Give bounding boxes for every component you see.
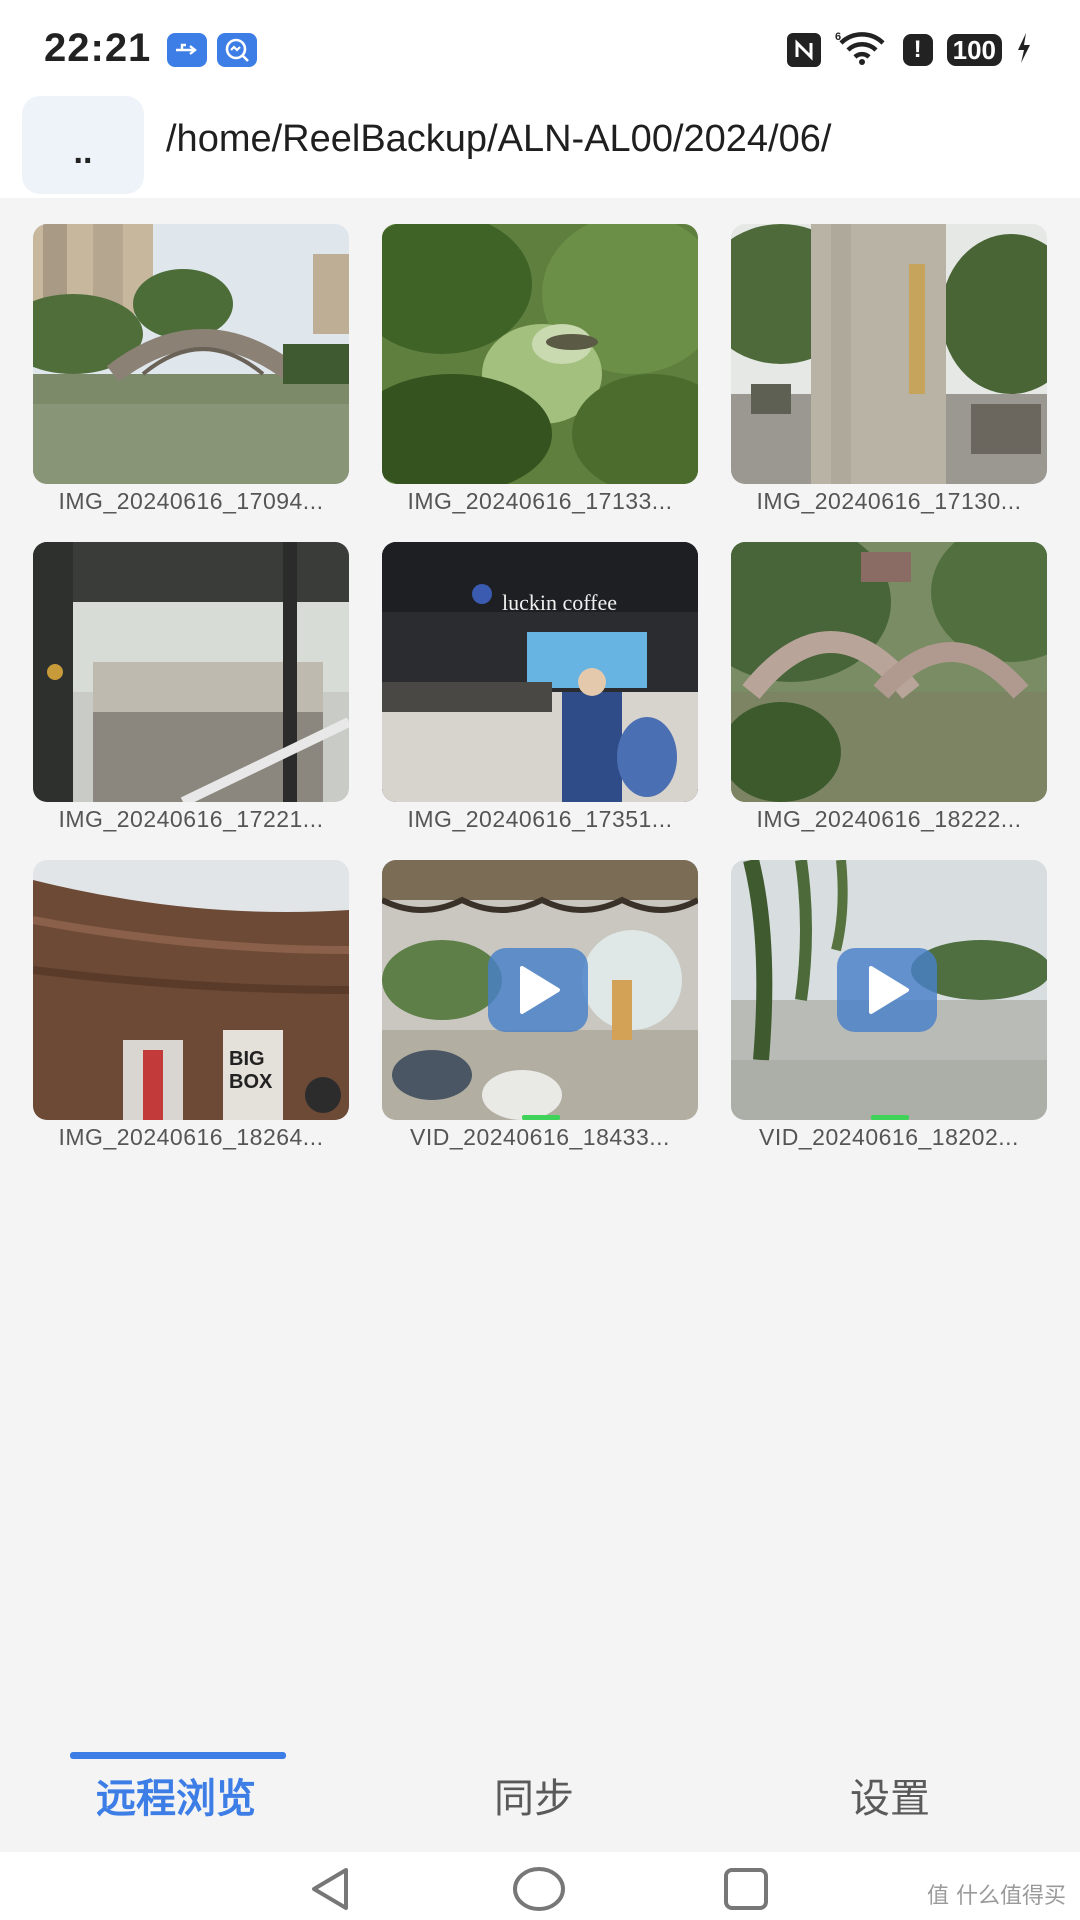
- file-name: IMG_20240616_17221...: [58, 806, 324, 832]
- file-name: IMG_20240616_18264...: [58, 1124, 324, 1150]
- image-thumbnail: luckin coffee: [382, 542, 698, 802]
- usb-icon: [167, 33, 207, 67]
- video-thumbnail: [731, 860, 1047, 1120]
- svg-text:BOX: BOX: [229, 1071, 273, 1093]
- svg-text:6: 6: [835, 31, 841, 43]
- tab-settings[interactable]: 设置: [780, 1766, 1000, 1824]
- file-item[interactable]: IMG_20240616_18222...: [731, 542, 1047, 860]
- recents-icon[interactable]: [722, 1866, 770, 1916]
- tab-sync[interactable]: 同步: [424, 1766, 644, 1824]
- image-thumbnail: [382, 224, 698, 484]
- file-name: IMG_20240616_17133...: [407, 488, 673, 514]
- svg-text:luckin coffee: luckin coffee: [502, 590, 617, 615]
- watermark: 值 什么值得买: [927, 1884, 1066, 1909]
- file-item[interactable]: IMG_20240616_17133...: [382, 224, 698, 542]
- image-thumbnail: [33, 542, 349, 802]
- app-notification-icon: [217, 33, 257, 67]
- file-name: IMG_20240616_17130...: [756, 488, 1022, 514]
- battery-icon: 100: [946, 34, 1002, 66]
- file-name: VID_20240616_18433...: [410, 1124, 670, 1150]
- image-thumbnail: [731, 542, 1047, 802]
- file-name: IMG_20240616_17094...: [58, 488, 324, 514]
- back-icon[interactable]: [306, 1866, 354, 1916]
- nfc-icon: [786, 33, 821, 67]
- tab-remote-browse[interactable]: 远程浏览: [66, 1766, 286, 1824]
- path-header: .. /home/ReelBackup/ALN-AL00/2024/06/: [0, 96, 1080, 198]
- file-item[interactable]: BIG BOX IMG_20240616_18264...: [33, 860, 349, 1178]
- file-item[interactable]: IMG_20240616_17221...: [33, 542, 349, 860]
- image-thumbnail: BIG BOX: [33, 860, 349, 1120]
- file-name: VID_20240616_18202...: [759, 1124, 1019, 1150]
- current-path: /home/ReelBackup/ALN-AL00/2024/06/: [166, 118, 832, 160]
- svg-text:BIG: BIG: [229, 1048, 265, 1070]
- charging-icon: [1016, 33, 1032, 67]
- status-bar: 22:21 6 ! 100: [0, 0, 1080, 96]
- file-name: IMG_20240616_17351...: [407, 806, 673, 832]
- video-thumbnail: [382, 860, 698, 1120]
- alert-icon: !: [902, 34, 933, 66]
- file-item[interactable]: VID_20240616_18433...: [382, 860, 698, 1178]
- video-indicator: [522, 1115, 560, 1120]
- file-grid: IMG_20240616_17094... IMG_20240616_17133…: [33, 224, 1047, 1178]
- file-name: IMG_20240616_18222...: [756, 806, 1022, 832]
- parent-directory-button[interactable]: ..: [22, 96, 144, 194]
- video-indicator: [871, 1115, 909, 1120]
- file-item[interactable]: IMG_20240616_17130...: [731, 224, 1047, 542]
- file-item[interactable]: IMG_20240616_17094...: [33, 224, 349, 542]
- image-thumbnail: [33, 224, 349, 484]
- clock: 22:21: [44, 26, 152, 70]
- home-icon[interactable]: [512, 1866, 566, 1916]
- play-icon[interactable]: [488, 948, 588, 1032]
- wifi-icon: 6: [835, 31, 889, 69]
- file-item[interactable]: VID_20240616_18202...: [731, 860, 1047, 1178]
- active-tab-indicator: [70, 1752, 286, 1759]
- file-item[interactable]: luckin coffee IMG_20240616_17351...: [382, 542, 698, 860]
- system-nav-bar: 值 什么值得买: [0, 1852, 1080, 1920]
- image-thumbnail: [731, 224, 1047, 484]
- bottom-tab-bar: 远程浏览 同步 设置: [0, 1752, 1080, 1852]
- play-icon[interactable]: [837, 948, 937, 1032]
